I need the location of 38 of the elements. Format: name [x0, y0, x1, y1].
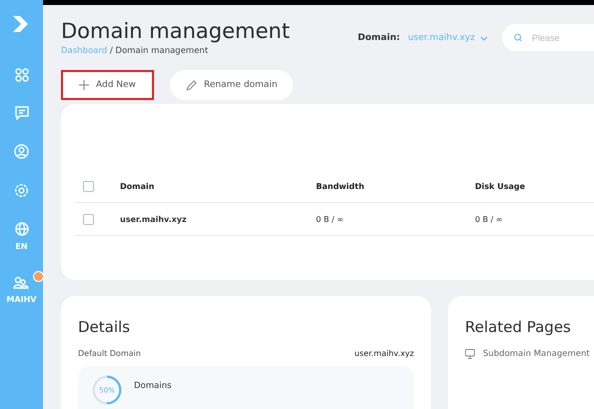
- column-header: Disk Usage: [475, 182, 526, 190]
- progress-ring: 50%: [92, 375, 122, 405]
- settings-icon[interactable]: [14, 183, 29, 198]
- chevron-down-icon: [480, 36, 488, 40]
- table-cell-text: user.maihv.xyz: [120, 214, 188, 224]
- card-title: Related Pages: [465, 318, 572, 336]
- domain-dropdown[interactable]: user.maihv.xyz: [408, 33, 488, 43]
- grid-icon[interactable]: [14, 68, 28, 82]
- card-title: Details: [78, 318, 132, 336]
- search-field[interactable]: Please: [502, 24, 594, 51]
- pencil-icon: [186, 80, 197, 90]
- breadcrumb-link[interactable]: Dashboard: [61, 46, 108, 56]
- column-header: Bandwidth: [316, 182, 366, 190]
- users-icon[interactable]: [13, 275, 30, 289]
- breadcrumb-current: Domain management: [115, 46, 208, 56]
- field-label: Default Domain: [78, 349, 141, 358]
- search-icon: [514, 32, 522, 43]
- table-cell-text: 0 B / ∞: [475, 214, 504, 224]
- rename-button[interactable]: Rename domain: [170, 70, 294, 100]
- monitor-icon: [465, 349, 475, 359]
- page-title: Domain management: [61, 19, 290, 43]
- user-icon[interactable]: [14, 144, 29, 159]
- search-input[interactable]: Please: [530, 32, 594, 44]
- breadcrumb-separator: /: [108, 46, 114, 56]
- select-all-checkbox[interactable]: [83, 180, 94, 192]
- plus-icon: [79, 80, 89, 90]
- table-cell-text: 0 B / ∞: [316, 214, 345, 224]
- globe-icon[interactable]: [14, 222, 28, 236]
- domain-label: Domain:: [358, 33, 400, 43]
- sidebar-label[interactable]: EN: [15, 242, 28, 251]
- column-header: Domain: [120, 182, 156, 190]
- usage-label: Domains: [134, 381, 172, 391]
- field-value: user.maihv.xyz: [354, 349, 414, 358]
- add-new-button[interactable]: Add New: [61, 70, 154, 100]
- chat-icon[interactable]: [14, 106, 28, 120]
- sidebar-label[interactable]: MAIHV: [6, 295, 36, 304]
- row-checkbox[interactable]: [83, 214, 94, 224]
- related-link[interactable]: Subdomain Management: [465, 349, 590, 359]
